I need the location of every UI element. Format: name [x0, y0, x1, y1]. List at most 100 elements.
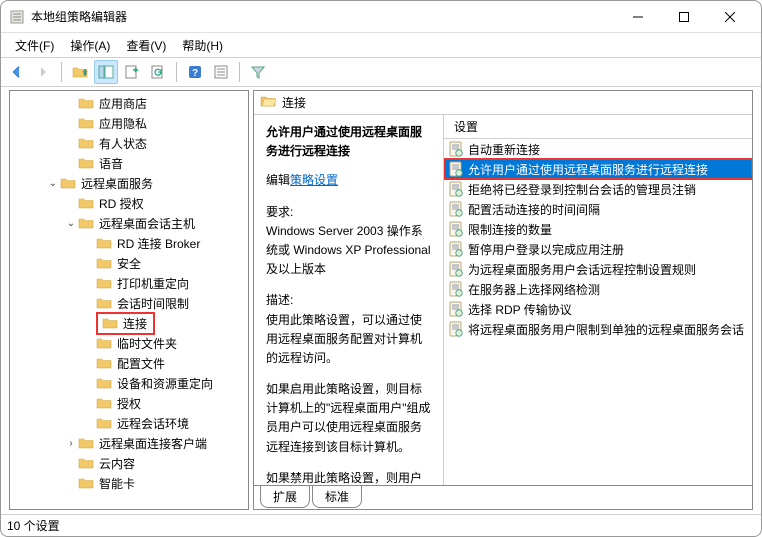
- folder-icon: [78, 455, 94, 471]
- folder-icon: [78, 195, 94, 211]
- tree-item-label: 安全: [115, 255, 143, 272]
- tree-scroll[interactable]: 应用商店应用隐私有人状态语音 ⌄ 远程桌面服务RD 授权 ⌄ 远程桌面会话主机 RD 连接…: [10, 91, 248, 509]
- settings-list-item[interactable]: 暂停用户登录以完成应用注册: [444, 239, 752, 259]
- menu-file[interactable]: 文件(F): [7, 35, 62, 56]
- settings-list-item[interactable]: 将远程桌面服务用户限制到单独的远程桌面服务会话: [444, 319, 752, 339]
- tree-item-label: 语音: [97, 155, 125, 172]
- tree-item[interactable]: 连接: [10, 313, 248, 333]
- settings-item-label: 自动重新连接: [468, 141, 540, 158]
- settings-list-scroll[interactable]: 自动重新连接允许用户通过使用远程桌面服务进行远程连接拒绝将已经登录到控制台会话的…: [444, 139, 752, 485]
- tab-extended[interactable]: 扩展: [260, 486, 310, 508]
- export-button[interactable]: [120, 60, 144, 84]
- settings-item-label: 限制连接的数量: [468, 221, 552, 238]
- tree-item-label: 有人状态: [97, 135, 149, 152]
- collapse-icon[interactable]: ⌄: [64, 218, 78, 229]
- window-title: 本地组策略编辑器: [31, 8, 615, 25]
- tree-item-label: 授权: [115, 395, 143, 412]
- settings-list-item[interactable]: 允许用户通过使用远程桌面服务进行远程连接: [444, 159, 752, 179]
- folder-open-icon: [260, 93, 276, 112]
- maximize-button[interactable]: [661, 2, 707, 32]
- tree-item-label: 设备和资源重定向: [115, 375, 215, 392]
- tree-item[interactable]: 有人状态: [10, 133, 248, 153]
- toolbar-separator: [239, 62, 240, 82]
- policy-icon: [448, 301, 464, 317]
- settings-list-item[interactable]: 限制连接的数量: [444, 219, 752, 239]
- tree-item[interactable]: ›远程桌面连接客户端: [10, 433, 248, 453]
- edit-policy-link[interactable]: 策略设置: [290, 173, 338, 187]
- toolbar-separator: [61, 62, 62, 82]
- settings-list-item[interactable]: 拒绝将已经登录到控制台会话的管理员注销: [444, 179, 752, 199]
- help-button[interactable]: ?: [183, 60, 207, 84]
- settings-list-item[interactable]: 为远程桌面服务用户会话远程控制设置规则: [444, 259, 752, 279]
- toolbar: ?: [1, 57, 761, 87]
- refresh-button[interactable]: [146, 60, 170, 84]
- settings-item-label: 暂停用户登录以完成应用注册: [468, 241, 624, 258]
- forward-button[interactable]: [31, 60, 55, 84]
- tree-item[interactable]: ⌄ 远程桌面服务: [10, 173, 248, 193]
- show-tree-button[interactable]: [94, 60, 118, 84]
- tree-item[interactable]: 远程会话环境: [10, 413, 248, 433]
- tree-item-label: 配置文件: [115, 355, 167, 372]
- statusbar: 10 个设置: [1, 514, 761, 536]
- properties-button[interactable]: [209, 60, 233, 84]
- tree-item[interactable]: 临时文件夹: [10, 333, 248, 353]
- tree-item-label: 会话时间限制: [115, 295, 191, 312]
- folder-icon: [78, 115, 94, 131]
- folder-icon: [96, 395, 112, 411]
- menu-view[interactable]: 查看(V): [118, 35, 174, 56]
- settings-list-pane: 设置 自动重新连接允许用户通过使用远程桌面服务进行远程连接拒绝将已经登录到控制台…: [444, 115, 752, 485]
- settings-list-item[interactable]: 自动重新连接: [444, 139, 752, 159]
- expand-icon[interactable]: ›: [64, 438, 78, 449]
- tree-item[interactable]: RD 连接 Broker: [10, 233, 248, 253]
- folder-icon: [78, 95, 94, 111]
- menu-help[interactable]: 帮助(H): [174, 35, 231, 56]
- policy-icon: [448, 221, 464, 237]
- settings-list-item[interactable]: 配置活动连接的时间间隔: [444, 199, 752, 219]
- tree-item[interactable]: 云内容: [10, 453, 248, 473]
- tree-item[interactable]: 智能卡: [10, 473, 248, 493]
- policy-icon: [448, 141, 464, 157]
- settings-item-label: 允许用户通过使用远程桌面服务进行远程连接: [468, 161, 708, 178]
- tree-item[interactable]: 应用商店: [10, 93, 248, 113]
- tree-item[interactable]: 安全: [10, 253, 248, 273]
- folder-icon: [78, 435, 94, 451]
- tree-item[interactable]: 设备和资源重定向: [10, 373, 248, 393]
- tree-item[interactable]: RD 授权: [10, 193, 248, 213]
- menu-action[interactable]: 操作(A): [62, 35, 118, 56]
- window-titlebar: 本地组策略编辑器: [1, 1, 761, 33]
- folder-icon: [96, 415, 112, 431]
- description-body-3: 如果禁用此策略设置，则用户无法: [266, 469, 433, 485]
- tree-item[interactable]: 应用隐私: [10, 113, 248, 133]
- tab-standard[interactable]: 标准: [312, 486, 362, 508]
- tree-item[interactable]: 授权: [10, 393, 248, 413]
- edit-prefix: 编辑: [266, 173, 290, 187]
- description-label: 描述:: [266, 291, 433, 310]
- settings-item-label: 配置活动连接的时间间隔: [468, 201, 600, 218]
- tree-item-label: 远程桌面服务: [79, 175, 155, 192]
- tree-item[interactable]: 打印机重定向: [10, 273, 248, 293]
- collapse-icon[interactable]: ⌄: [46, 178, 60, 189]
- tree-item[interactable]: 会话时间限制: [10, 293, 248, 313]
- back-button[interactable]: [5, 60, 29, 84]
- tree-item-label: 远程桌面会话主机: [97, 215, 197, 232]
- up-button[interactable]: [68, 60, 92, 84]
- tree-item[interactable]: ⌄ 远程桌面会话主机: [10, 213, 248, 233]
- settings-list-item[interactable]: 选择 RDP 传输协议: [444, 299, 752, 319]
- settings-column-header[interactable]: 设置: [444, 115, 752, 139]
- folder-icon: [96, 255, 112, 271]
- settings-item-label: 将远程桌面服务用户限制到单独的远程桌面服务会话: [468, 321, 744, 338]
- minimize-button[interactable]: [615, 2, 661, 32]
- close-button[interactable]: [707, 2, 753, 32]
- settings-list-item[interactable]: 在服务器上选择网络检测: [444, 279, 752, 299]
- tree-item-label: 临时文件夹: [115, 335, 179, 352]
- settings-item-label: 拒绝将已经登录到控制台会话的管理员注销: [468, 181, 696, 198]
- settings-item-label: 在服务器上选择网络检测: [468, 281, 600, 298]
- tree-item-label: 连接: [121, 315, 149, 332]
- folder-icon: [60, 175, 76, 191]
- folder-icon: [96, 355, 112, 371]
- filter-button[interactable]: [246, 60, 270, 84]
- tree-item[interactable]: 语音: [10, 153, 248, 173]
- status-text: 10 个设置: [7, 517, 60, 534]
- tree-item[interactable]: 配置文件: [10, 353, 248, 373]
- tree-item-label: RD 连接 Broker: [115, 235, 202, 252]
